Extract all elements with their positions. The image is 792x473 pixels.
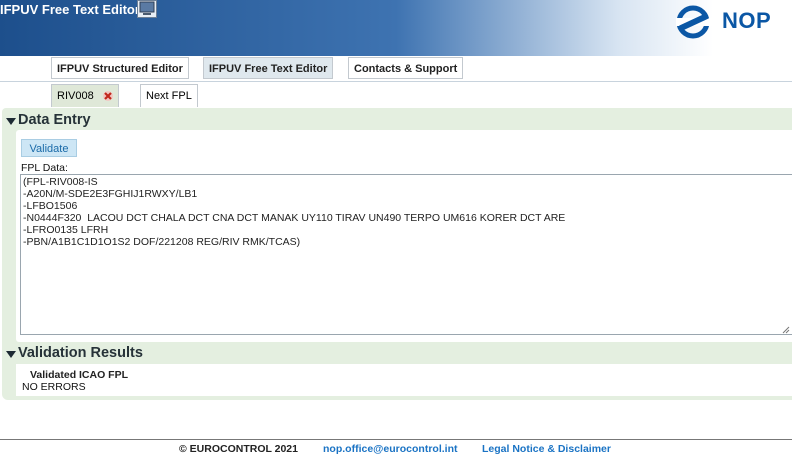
monitor-icon[interactable] [137, 0, 157, 18]
footer-email-link[interactable]: nop.office@eurocontrol.int [323, 443, 457, 455]
eurocontrol-logo-icon [676, 5, 712, 39]
collapse-triangle-icon[interactable] [6, 351, 16, 358]
data-entry-box: Validate FPL Data: (FPL-RIV008-IS -A20N/… [16, 130, 792, 342]
validation-results-title: Validation Results [18, 345, 143, 361]
footer-legal-link[interactable]: Legal Notice & Disclaimer [482, 443, 611, 455]
app-title: IFPUV Free Text Editor [0, 2, 140, 17]
main-panel: Data Entry Validate FPL Data: (FPL-RIV00… [2, 108, 792, 400]
main-nav: IFPUV Structured Editor IFPUV Free Text … [0, 56, 792, 82]
validated-label: Validated ICAO FPL [30, 369, 129, 381]
validation-results-box: Validated ICAO FPL NO ERRORS [16, 364, 792, 396]
tab-free-text-editor[interactable]: IFPUV Free Text Editor [203, 57, 334, 79]
validation-status: NO ERRORS [22, 381, 86, 393]
data-entry-title: Data Entry [18, 112, 91, 128]
fpl-tab-riv008[interactable]: RIV008 [51, 84, 119, 107]
logo-text: NOP [722, 8, 772, 33]
resize-grip-icon[interactable] [782, 326, 790, 334]
footer-copyright: © EUROCONTROL 2021 [179, 443, 298, 455]
tab-contacts-support[interactable]: Contacts & Support [348, 57, 464, 79]
footer-divider [0, 439, 792, 440]
fpl-tab-next[interactable]: Next FPL [140, 84, 198, 107]
fpl-data-textarea[interactable]: (FPL-RIV008-IS -A20N/M-SDE2E3FGHIJ1RWXY/… [20, 174, 792, 335]
validate-button[interactable]: Validate [21, 139, 77, 157]
tab-structured-editor[interactable]: IFPUV Structured Editor [51, 57, 189, 79]
eurocontrol-logo: NOP [676, 5, 786, 39]
collapse-triangle-icon[interactable] [6, 118, 16, 125]
fpl-tabs: RIV008 Next FPL [0, 82, 792, 108]
fpl-data-label: FPL Data: [21, 162, 68, 174]
app-header: IFPUV Free Text Editor NOP [0, 0, 792, 56]
close-icon[interactable] [102, 90, 114, 102]
fpl-tab-label: RIV008 [57, 90, 94, 102]
